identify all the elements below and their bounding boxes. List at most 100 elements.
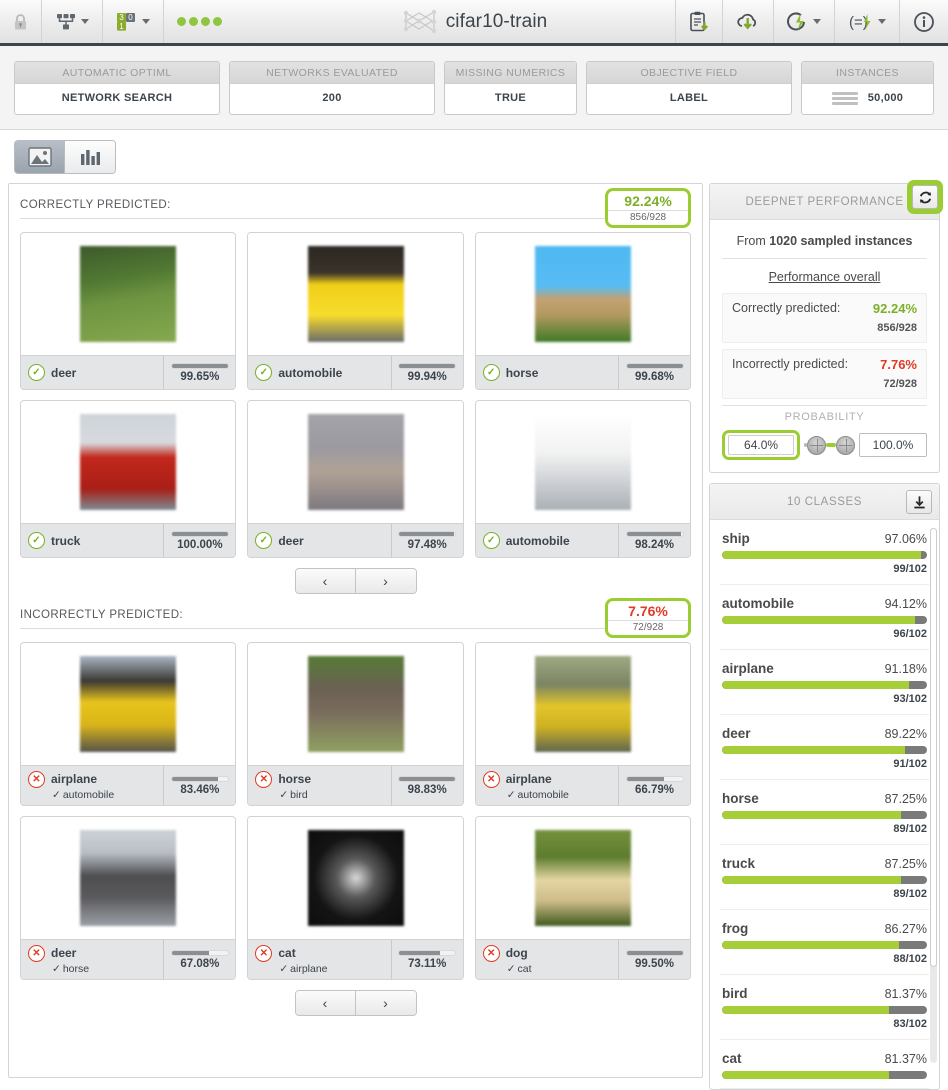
card-label-area: ✕ cat ✓ airplane bbox=[248, 940, 390, 979]
probability-max-input[interactable]: 100.0% bbox=[859, 433, 927, 457]
prediction-card[interactable]: ✕ dog ✓ cat 99.50% bbox=[474, 816, 692, 980]
card-footer: ✕ airplane ✓ automobile 66.79% bbox=[475, 765, 691, 805]
prediction-card[interactable]: ✕ deer ✓ horse 67.08% bbox=[20, 816, 237, 980]
cloud-download-icon bbox=[737, 13, 757, 29]
thumbnail-dark-horse bbox=[80, 830, 177, 926]
class-row[interactable]: truck 87.25% 89/102 bbox=[720, 845, 929, 910]
card-footer: ✓ horse 99.68% bbox=[475, 355, 691, 389]
prev-page-button[interactable]: ‹ bbox=[295, 991, 356, 1015]
binary-menu-button[interactable]: 3 0 1 bbox=[103, 0, 164, 43]
prediction-card[interactable]: ✓ automobile 99.94% bbox=[247, 232, 464, 390]
truth-row: ✓ bird bbox=[255, 789, 307, 801]
next-page-button[interactable]: › bbox=[355, 991, 416, 1015]
classes-list[interactable]: ship 97.06% 99/102 automobile 94.12% 96/10… bbox=[710, 520, 939, 1089]
script-flash-button[interactable]: (=) bbox=[834, 0, 899, 43]
prediction-card[interactable]: ✕ horse ✓ bird 98.83% bbox=[247, 642, 464, 806]
check-icon: ✓ bbox=[279, 962, 289, 975]
truth-row: ✓ automobile bbox=[483, 789, 569, 801]
class-name: truck bbox=[722, 856, 756, 871]
probability-slider[interactable] bbox=[800, 435, 859, 455]
download-button[interactable] bbox=[906, 490, 932, 514]
summary-card-label: OBJECTIVE FIELD bbox=[587, 61, 791, 84]
class-row[interactable]: frog 86.27% 88/102 bbox=[720, 910, 929, 975]
view-tabs-bar bbox=[0, 130, 948, 183]
correct-badge-pct: 92.24% bbox=[624, 193, 672, 209]
refresh-icon bbox=[919, 191, 931, 203]
slider-knob-min[interactable] bbox=[807, 435, 826, 455]
prediction-card[interactable]: ✓ deer 97.48% bbox=[247, 400, 464, 558]
class-row[interactable]: automobile 94.12% 96/102 bbox=[720, 585, 929, 650]
card-image-area bbox=[248, 233, 463, 355]
next-page-button[interactable]: › bbox=[355, 569, 416, 593]
flash-actions-button[interactable] bbox=[773, 0, 834, 43]
confidence-value: 98.24% bbox=[635, 539, 675, 551]
prediction-card[interactable]: ✓ deer 99.65% bbox=[20, 232, 237, 390]
probability-min-input[interactable]: 64.0% bbox=[722, 430, 801, 460]
prediction-card[interactable]: ✓ horse 99.68% bbox=[474, 232, 692, 390]
x-circle-icon: ✕ bbox=[255, 944, 273, 962]
toolbar-left-group: 3 0 1 bbox=[0, 0, 235, 43]
class-sub: 93/102 bbox=[893, 693, 927, 705]
class-row[interactable]: ship 97.06% 99/102 bbox=[720, 520, 929, 585]
card-footer: ✕ deer ✓ horse 67.08% bbox=[21, 939, 236, 979]
card-label-area: ✓ truck bbox=[21, 524, 163, 557]
class-row[interactable]: cat 81.37% bbox=[720, 1040, 929, 1089]
x-circle-icon: ✕ bbox=[28, 770, 45, 788]
confidence-value: 98.83% bbox=[407, 784, 447, 796]
sampled-count: 1020 sampled instances bbox=[769, 234, 913, 248]
class-row[interactable]: deer 89.22% 91/102 bbox=[720, 715, 929, 780]
class-row[interactable]: horse 87.25% 89/102 bbox=[720, 780, 929, 845]
card-confidence: 97.48% bbox=[390, 524, 463, 557]
slider-knob-max[interactable] bbox=[836, 435, 855, 455]
class-row[interactable]: airplane 91.18% 93/102 bbox=[720, 650, 929, 715]
performance-row-label: Correctly predicted: bbox=[732, 301, 841, 315]
incorrect-section-header: INCORRECTLY PREDICTED: 7.76% 72/928 bbox=[20, 598, 692, 638]
bar-chart-icon bbox=[81, 150, 100, 165]
tab-chart[interactable] bbox=[65, 141, 115, 173]
prediction-card[interactable]: ✓ automobile 98.24% bbox=[474, 400, 692, 558]
card-label-area: ✕ horse ✓ bird bbox=[248, 766, 390, 805]
cloud-download-button[interactable] bbox=[722, 0, 773, 43]
prediction-label: dog bbox=[505, 946, 528, 960]
truth-row: ✓ horse bbox=[28, 963, 89, 975]
check-circle-icon: ✓ bbox=[28, 364, 45, 381]
card-label-area: ✕ dog ✓ cat bbox=[476, 940, 618, 979]
card-footer: ✕ cat ✓ airplane 73.11% bbox=[248, 939, 463, 979]
prediction-card[interactable]: ✕ cat ✓ airplane 73.11% bbox=[247, 816, 464, 980]
class-bar bbox=[722, 1006, 927, 1014]
correct-pager: ‹ › bbox=[20, 568, 691, 594]
performance-overall-title[interactable]: Performance overall bbox=[722, 259, 927, 293]
card-confidence: 73.11% bbox=[390, 940, 463, 979]
chevron-down-icon bbox=[142, 19, 150, 24]
thumbnail-deer-grey bbox=[307, 414, 404, 510]
card-footer: ✓ automobile 98.24% bbox=[475, 523, 691, 557]
prediction-label: deer bbox=[51, 365, 77, 380]
prediction-card[interactable]: ✕ airplane ✓ automobile 83.46% bbox=[20, 642, 237, 806]
info-button[interactable] bbox=[899, 0, 948, 43]
confidence-bar bbox=[170, 950, 229, 956]
incorrect-badge-pct: 7.76% bbox=[628, 603, 668, 619]
class-sub: 89/102 bbox=[893, 888, 927, 900]
card-image-area bbox=[248, 401, 463, 523]
classes-scrollbar[interactable] bbox=[930, 528, 937, 1063]
prediction-card[interactable]: ✓ truck 100.00% bbox=[20, 400, 237, 558]
card-confidence: 99.65% bbox=[163, 356, 235, 389]
prediction-card[interactable]: ✕ airplane ✓ automobile 66.79% bbox=[474, 642, 692, 806]
clipboard-download-button[interactable] bbox=[675, 0, 722, 43]
class-row[interactable]: bird 81.37% 83/102 bbox=[720, 975, 929, 1040]
summary-card-label: MISSING NUMERICS bbox=[445, 61, 576, 84]
card-image-area bbox=[475, 643, 691, 765]
thumbnail-yellow-car bbox=[307, 246, 404, 342]
refresh-button[interactable] bbox=[912, 185, 938, 209]
lock-button[interactable] bbox=[0, 0, 42, 43]
tab-images[interactable] bbox=[15, 141, 65, 173]
network-menu-button[interactable] bbox=[42, 0, 103, 43]
class-bar bbox=[722, 616, 927, 624]
summary-card-value: LABEL bbox=[669, 91, 709, 104]
classes-scrollbar-thumb[interactable] bbox=[930, 528, 937, 967]
binary-icon: 3 0 1 bbox=[117, 12, 135, 30]
confidence-value: 99.68% bbox=[635, 371, 675, 383]
chevron-down-icon bbox=[81, 19, 89, 24]
class-sub: 96/102 bbox=[893, 628, 927, 640]
prev-page-button[interactable]: ‹ bbox=[295, 569, 356, 593]
